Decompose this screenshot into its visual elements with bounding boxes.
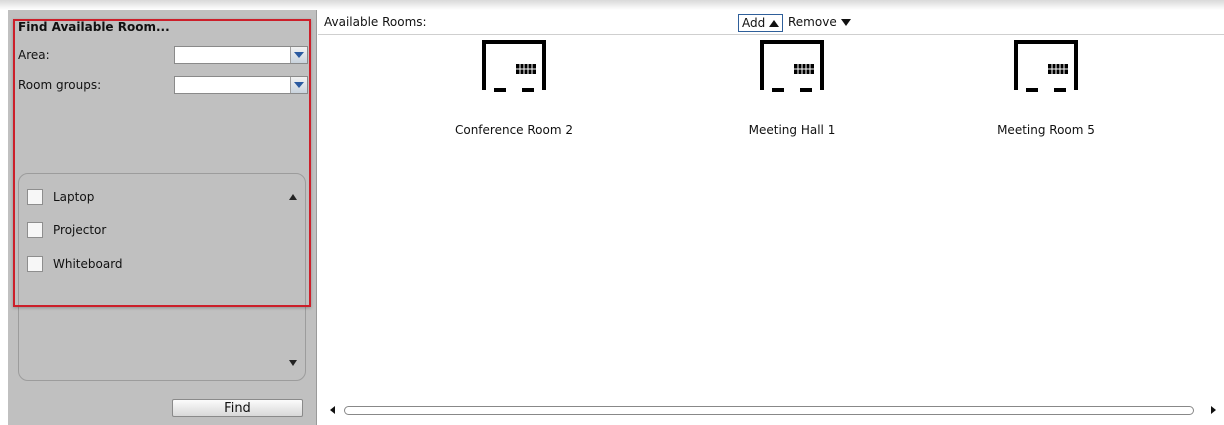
- door-keypad-icon: [1014, 40, 1078, 92]
- remove-label: Remove: [788, 15, 837, 29]
- available-rooms-pane: Available Rooms: Add Remove Conference R…: [318, 10, 1224, 425]
- add-label: Add: [742, 16, 766, 30]
- rooms-title: Available Rooms:: [324, 15, 427, 29]
- find-button[interactable]: Find: [172, 399, 303, 417]
- room-tile[interactable]: Conference Room 2: [434, 40, 594, 150]
- top-shade: [0, 0, 1224, 10]
- room-name: Conference Room 2: [454, 123, 573, 137]
- room-name: Meeting Room 5: [997, 123, 1095, 137]
- rooms-header: Available Rooms: Add Remove: [318, 10, 1224, 35]
- horizontal-scrollbar[interactable]: [318, 402, 1224, 418]
- remove-button[interactable]: Remove: [788, 15, 851, 29]
- room-tile[interactable]: Meeting Room 5: [966, 40, 1126, 150]
- door-keypad-icon: [482, 40, 546, 92]
- room-name: Meeting Hall 1: [748, 123, 836, 137]
- scroll-track[interactable]: [344, 406, 1194, 415]
- scroll-right-icon[interactable]: [1211, 406, 1216, 414]
- highlight-box: [13, 19, 311, 307]
- door-keypad-icon: [760, 40, 824, 92]
- triangle-up-icon: [769, 19, 780, 27]
- add-button[interactable]: Add: [738, 14, 784, 32]
- triangle-down-icon: [840, 18, 851, 26]
- room-tile[interactable]: Meeting Hall 1: [712, 40, 872, 150]
- scroll-left-icon[interactable]: [330, 406, 335, 414]
- scroll-down-icon[interactable]: [289, 360, 297, 366]
